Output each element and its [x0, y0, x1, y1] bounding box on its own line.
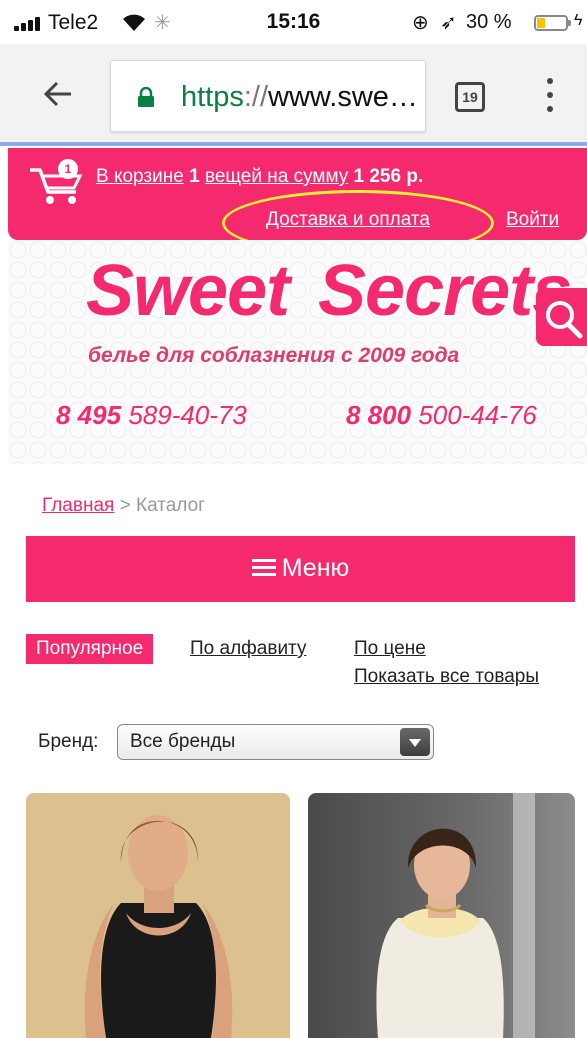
url-host: www.swe… — [268, 81, 418, 113]
browser-toolbar: https://www.swe… 19 — [0, 44, 587, 146]
status-bar: Tele2 ✳ 15:16 ⊕ ➶ 30 % ϟ — [0, 0, 587, 44]
breadcrumb: Главная > Каталог — [42, 495, 205, 517]
address-bar[interactable]: https://www.swe… — [110, 60, 426, 132]
phone-number-1[interactable]: 8 495 589-40-73 — [56, 400, 247, 431]
phone-2-number: 500-44-76 — [418, 400, 537, 430]
brand-select[interactable]: Все бренды — [117, 724, 434, 760]
breadcrumb-current: Каталог — [136, 495, 206, 516]
location-icon: ➶ — [440, 12, 457, 34]
site-top-bar: 1 В корзине 1 вещей на сумму 1 256 р. До… — [8, 148, 587, 240]
url-text: https://www.swe… — [181, 81, 418, 114]
menu-button[interactable]: Меню — [26, 536, 575, 602]
battery-icon — [534, 15, 568, 31]
back-button[interactable] — [36, 76, 80, 112]
phone-1-prefix: 8 495 — [56, 400, 122, 430]
cart-total: 1 256 р. — [353, 166, 424, 187]
phone-2-prefix: 8 800 — [346, 400, 412, 430]
menu-label: Меню — [281, 554, 350, 582]
cart-badge-count: 1 — [65, 162, 72, 176]
product-card-image-1[interactable] — [26, 793, 290, 1038]
cart-summary: В корзине 1 вещей на сумму 1 256 р. — [96, 166, 423, 188]
lock-icon — [138, 87, 154, 107]
product-photo-1 — [84, 815, 233, 1038]
battery-tip — [568, 20, 571, 26]
product-card-image-2[interactable] — [308, 793, 575, 1038]
login-link[interactable]: Войти — [506, 209, 559, 231]
url-scheme: https — [181, 81, 244, 113]
hamburger-icon — [251, 559, 276, 577]
more-menu-icon[interactable] — [540, 78, 560, 114]
sort-popular-tab[interactable]: Популярное — [26, 634, 154, 664]
logo-word-sweet: Sweet — [86, 251, 290, 331]
breadcrumb-separator: > — [119, 495, 131, 516]
sort-alphabet-link[interactable]: По алфавиту — [190, 638, 306, 660]
cart-count: 1 — [189, 166, 200, 187]
breadcrumb-home-link[interactable]: Главная — [42, 495, 114, 516]
show-all-products-link[interactable]: Показать все товары — [354, 666, 539, 688]
site-tagline: белье для соблазнения с 2009 года — [88, 344, 460, 367]
cart-link[interactable]: В корзине — [96, 166, 184, 187]
tab-switcher-button[interactable]: 19 — [455, 82, 485, 112]
arrow-left-icon — [43, 81, 71, 107]
brand-select-value: Все бренды — [130, 731, 236, 752]
product-photo-2 — [376, 793, 535, 1038]
phone-number-2[interactable]: 8 800 500-44-76 — [346, 400, 537, 431]
cart-mid-link[interactable]: вещей на сумму — [205, 166, 348, 187]
delivery-payment-link[interactable]: Доставка и оплата — [266, 209, 430, 231]
brand-filter-label: Бренд: — [38, 731, 99, 752]
cart-icon[interactable]: 1 — [28, 158, 88, 208]
page-load-progress — [0, 142, 587, 146]
search-icon — [546, 301, 583, 339]
rotation-lock-icon: ⊕ — [412, 12, 429, 34]
charging-icon: ϟ — [574, 12, 583, 29]
phone-1-number: 589-40-73 — [128, 400, 247, 430]
logo-word-secrets: Secrets — [318, 251, 572, 331]
search-button[interactable] — [536, 288, 587, 346]
site-header: Sweet Secrets белье для соблазнения с 20… — [8, 240, 587, 464]
menu-button-content: Меню — [26, 554, 575, 583]
chevron-down-icon — [400, 728, 430, 756]
sort-price-link[interactable]: По цене — [354, 638, 426, 660]
battery-percent: 30 % — [466, 11, 512, 33]
url-separator: :// — [243, 81, 269, 113]
